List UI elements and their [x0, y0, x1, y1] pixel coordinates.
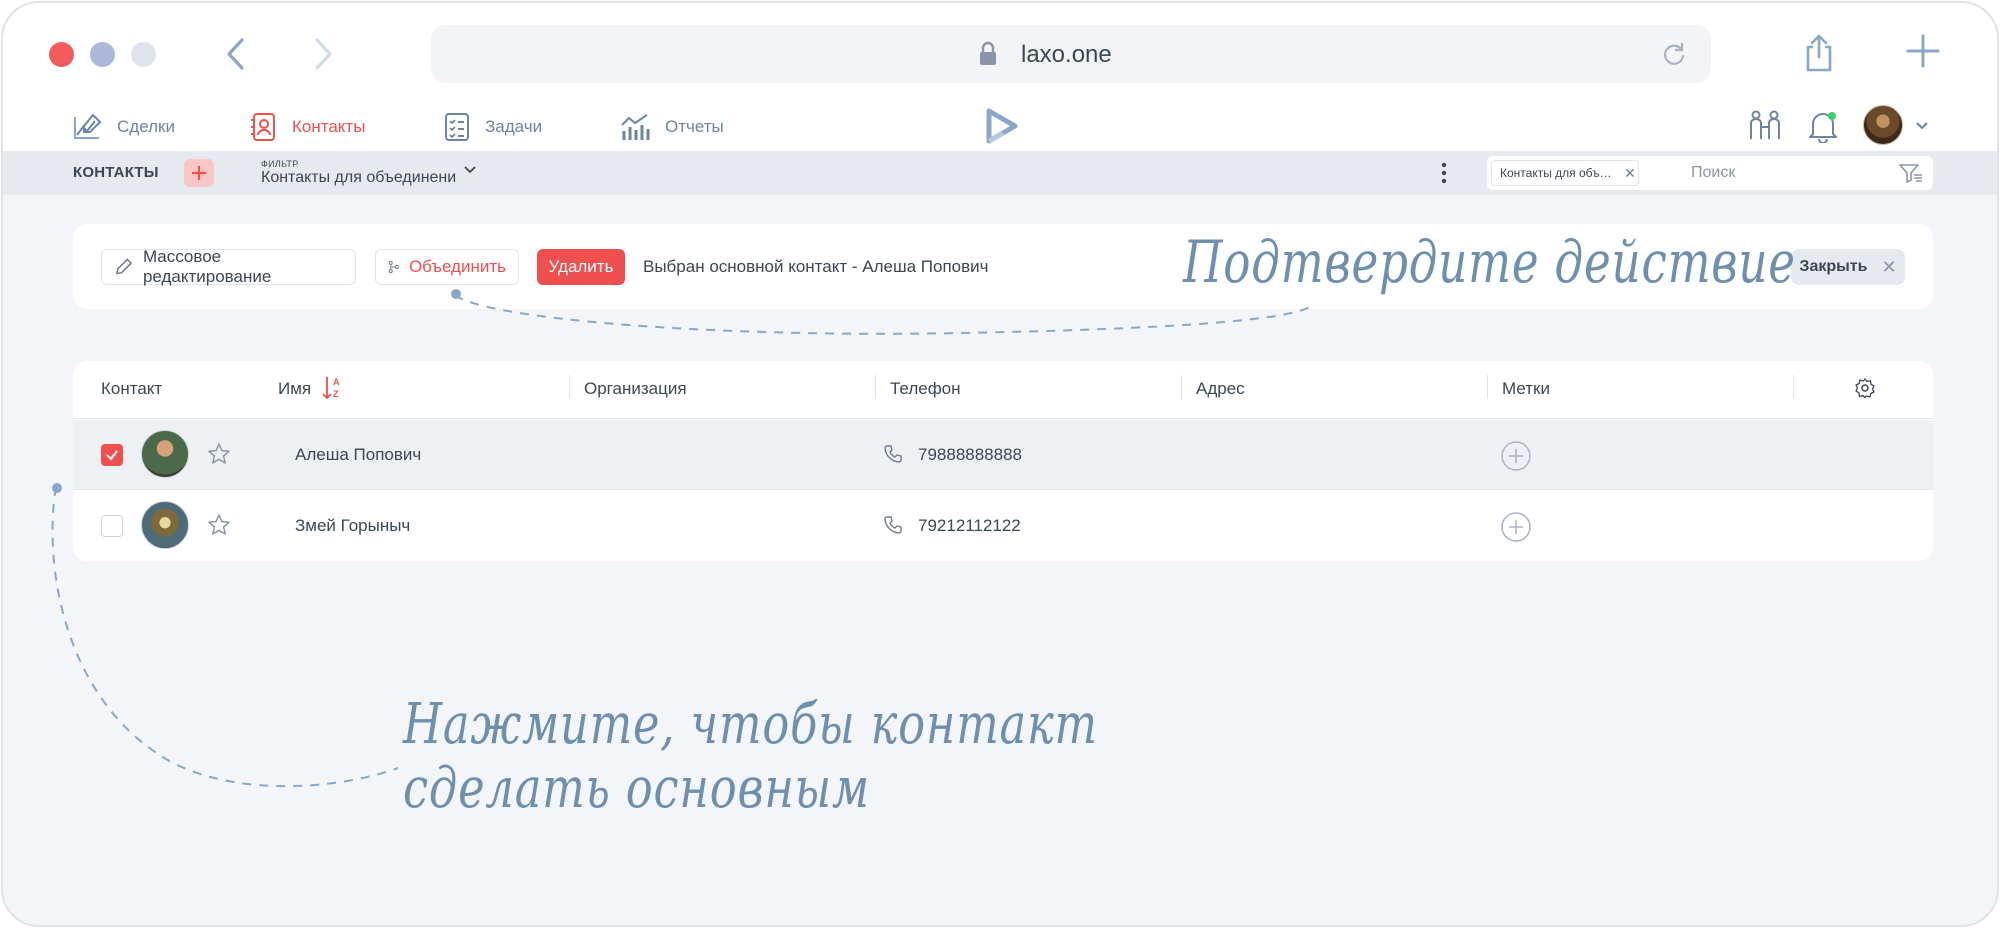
annotation-hint: Нажмите, чтобы контакт сделать основным	[403, 693, 1098, 821]
annotation-dot	[451, 289, 461, 299]
browser-window: laxo.one Сделки Контакты Задачи Отчеты К…	[1, 1, 1999, 927]
annotation-confirm: Подтвердите действие	[1183, 228, 1796, 296]
annotation-hint-line: Нажмите, чтобы контакт	[403, 692, 1098, 757]
annotation-hint-line: сделать основным	[403, 756, 870, 821]
annotation-dot	[52, 483, 62, 493]
